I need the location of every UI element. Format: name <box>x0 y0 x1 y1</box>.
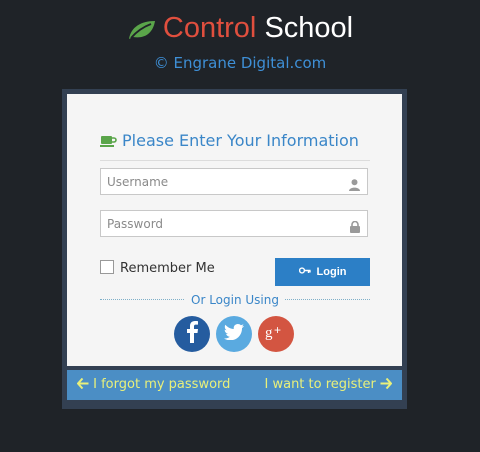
username-input[interactable] <box>101 169 337 194</box>
login-button[interactable]: Login <box>275 258 370 286</box>
arrow-right-icon <box>380 377 393 392</box>
remember-label: Remember Me <box>120 261 215 276</box>
facebook-icon <box>185 321 199 347</box>
leaf-icon <box>127 14 157 50</box>
twitter-login-button[interactable] <box>216 316 252 352</box>
login-panel: Please Enter Your Information Remember <box>62 89 407 409</box>
register-link[interactable]: I want to register <box>265 377 393 392</box>
facebook-login-button[interactable] <box>174 316 210 352</box>
twitter-icon <box>224 324 244 344</box>
copyright-link[interactable]: © Engrane Digital.com <box>0 54 480 72</box>
login-label: Login <box>316 266 347 278</box>
panel-footer: I forgot my password I want to register <box>67 370 402 400</box>
user-icon <box>349 176 360 195</box>
or-login-using-text: Or Login Using <box>185 293 285 307</box>
remember-checkbox[interactable] <box>100 260 114 274</box>
google-plus-icon: g + <box>265 323 287 344</box>
password-field[interactable] <box>100 210 368 237</box>
arrow-left-icon <box>76 377 93 392</box>
svg-text:+: + <box>274 324 281 337</box>
google-plus-login-button[interactable]: g + <box>258 316 294 352</box>
svg-text:g: g <box>265 325 273 340</box>
forgot-password-link[interactable]: I forgot my password <box>76 377 231 392</box>
register-text: I want to register <box>264 377 376 392</box>
brand-word-school: School <box>264 12 354 44</box>
form-title-text: Please Enter Your Information <box>122 131 359 150</box>
brand-word-control: Control <box>162 12 257 44</box>
key-icon <box>298 266 311 278</box>
forgot-password-text: I forgot my password <box>93 377 231 392</box>
login-card: Please Enter Your Information Remember <box>67 94 402 366</box>
lock-icon <box>350 218 360 237</box>
remember-me[interactable]: Remember Me <box>100 260 215 276</box>
password-input[interactable] <box>101 211 337 236</box>
or-login-using-divider: Or Login Using <box>100 293 370 307</box>
username-field[interactable] <box>100 168 368 195</box>
brand-title: Control School <box>0 10 480 50</box>
cup-icon <box>100 132 117 154</box>
form-title: Please Enter Your Information <box>100 130 370 161</box>
